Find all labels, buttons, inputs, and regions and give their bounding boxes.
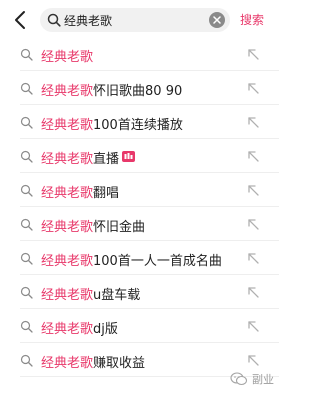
arrow-up-left-icon[interactable] xyxy=(246,149,260,163)
suggestion-keyword: 经典老歌 xyxy=(41,288,94,303)
search-icon xyxy=(20,252,33,265)
watermark: 副业 xyxy=(230,370,274,388)
suggestion-item[interactable]: 经典老歌dj版 xyxy=(0,309,295,343)
suggestion-item[interactable]: 经典老歌翻唱 xyxy=(0,173,295,207)
arrow-up-left-icon[interactable] xyxy=(246,353,260,367)
suggestion-text: 经典老歌dj版 xyxy=(41,318,118,337)
search-button[interactable]: 搜索 xyxy=(240,11,264,28)
suggestion-keyword: 经典老歌 xyxy=(41,84,94,99)
suggestion-item[interactable]: 经典老歌100首一人一首成名曲 xyxy=(0,241,295,275)
search-input[interactable] xyxy=(64,10,204,30)
chevron-left-icon xyxy=(15,11,25,29)
suggestion-text: 经典老歌怀旧歌曲80 90 xyxy=(41,80,182,99)
search-box[interactable] xyxy=(40,8,230,32)
arrow-up-left-icon[interactable] xyxy=(246,81,260,95)
arrow-up-left-icon[interactable] xyxy=(246,217,260,231)
clear-circle-icon xyxy=(213,16,221,24)
arrow-up-left-icon[interactable] xyxy=(246,47,260,61)
suggestion-keyword: 经典老歌 xyxy=(41,118,94,133)
suggestion-text: 经典老歌直播 xyxy=(41,148,136,167)
suggestion-text: 经典老歌 xyxy=(41,46,93,65)
arrow-up-left-icon[interactable] xyxy=(246,183,260,197)
search-icon xyxy=(20,184,33,197)
suggestion-item[interactable]: 经典老歌怀旧金曲 xyxy=(0,207,295,241)
search-icon xyxy=(20,218,33,231)
suggestion-keyword: 经典老歌 xyxy=(41,50,94,65)
search-icon xyxy=(47,13,61,27)
search-icon xyxy=(20,354,33,367)
arrow-up-left-icon[interactable] xyxy=(246,285,260,299)
suggestion-suffix: 翻唱 xyxy=(93,186,120,201)
arrow-up-left-icon[interactable] xyxy=(246,319,260,333)
suggestion-suffix: 100首连续播放 xyxy=(93,118,183,133)
suggestion-text: 经典老歌100首连续播放 xyxy=(41,114,183,133)
suggestion-item[interactable]: 经典老歌u盘车载 xyxy=(0,275,295,309)
suggestion-suffix: 100首一人一首成名曲 xyxy=(93,254,222,269)
suggestion-text: 经典老歌赚取收益 xyxy=(41,352,145,371)
clear-button[interactable] xyxy=(209,12,225,28)
watermark-text: 副业 xyxy=(252,373,274,386)
search-icon xyxy=(20,116,33,129)
suggestion-suffix: 赚取收益 xyxy=(93,356,146,371)
wechat-logo-icon xyxy=(230,372,248,386)
search-icon xyxy=(20,150,33,163)
suggestion-keyword: 经典老歌 xyxy=(41,152,94,167)
suggestion-text: 经典老歌u盘车载 xyxy=(41,284,140,303)
suggestion-suffix: 直播 xyxy=(93,152,120,167)
search-icon xyxy=(20,320,33,333)
suggestion-item[interactable]: 经典老歌直播 xyxy=(0,139,295,173)
suggestion-keyword: 经典老歌 xyxy=(41,254,94,269)
back-button[interactable] xyxy=(10,9,32,31)
suggestion-suffix: u盘车载 xyxy=(93,288,141,303)
arrow-up-left-icon[interactable] xyxy=(246,115,260,129)
suggestion-suffix: 怀旧歌曲80 90 xyxy=(93,84,183,99)
arrow-up-left-icon[interactable] xyxy=(246,251,260,265)
suggestion-text: 经典老歌100首一人一首成名曲 xyxy=(41,250,222,269)
search-icon xyxy=(20,48,33,61)
search-icon xyxy=(20,82,33,95)
suggestion-keyword: 经典老歌 xyxy=(41,220,94,235)
suggestion-keyword: 经典老歌 xyxy=(41,356,94,371)
suggestion-item[interactable]: 经典老歌100首连续播放 xyxy=(0,105,295,139)
suggestion-text: 经典老歌怀旧金曲 xyxy=(41,216,145,235)
suggestion-suffix: 怀旧金曲 xyxy=(93,220,146,235)
suggestion-item[interactable]: 经典老歌怀旧歌曲80 90 xyxy=(0,71,295,105)
search-icon xyxy=(20,286,33,299)
suggestion-keyword: 经典老歌 xyxy=(41,186,94,201)
live-badge-icon xyxy=(122,151,136,162)
suggestion-suffix: dj版 xyxy=(93,322,118,337)
suggestion-item[interactable]: 经典老歌 xyxy=(0,37,295,71)
suggestion-list: 经典老歌 经典老歌怀旧歌曲80 90 经典老歌100首连续播放 经典老歌直播 经典老歌翻… xyxy=(0,37,295,377)
suggestion-text: 经典老歌翻唱 xyxy=(41,182,119,201)
search-header: 搜索 xyxy=(0,0,295,40)
suggestion-keyword: 经典老歌 xyxy=(41,322,94,337)
